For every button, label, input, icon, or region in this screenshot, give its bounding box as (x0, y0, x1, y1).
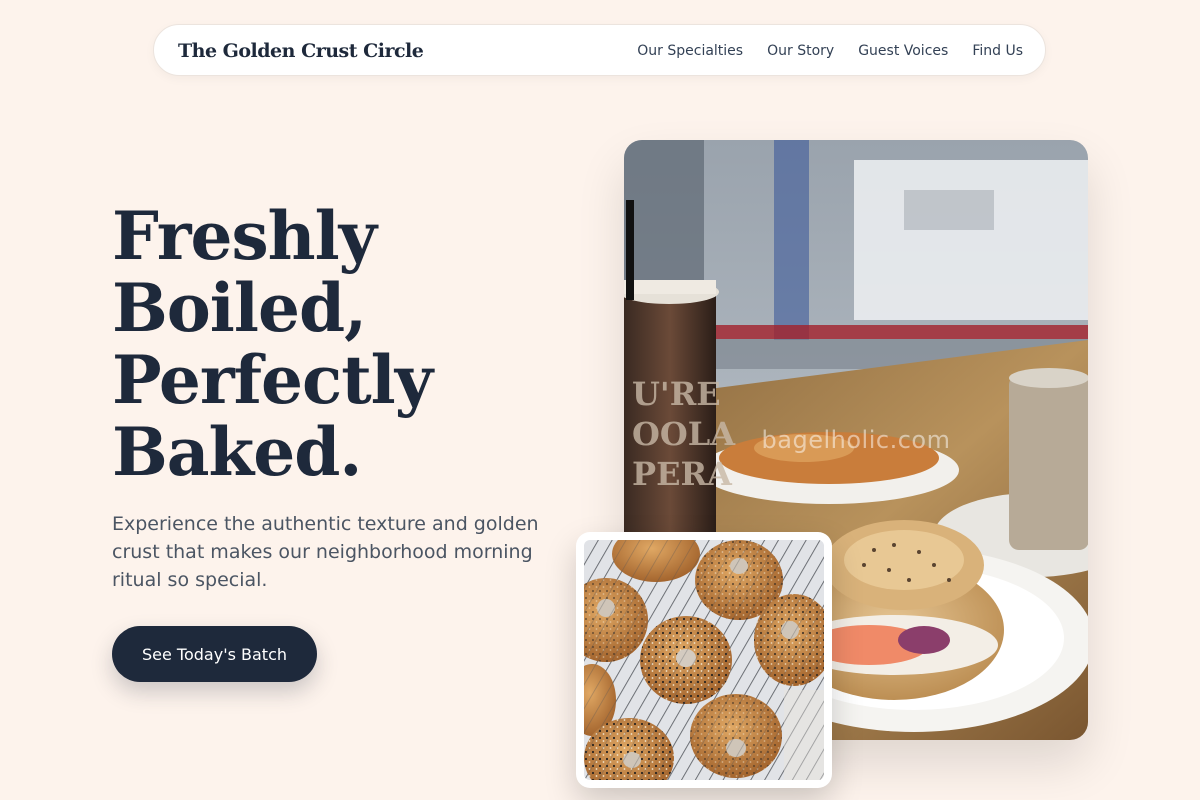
hero-title-line: Baked. (112, 413, 362, 491)
nav-link-specialties[interactable]: Our Specialties (637, 43, 743, 59)
brand-logo[interactable]: The Golden Crust Circle (178, 25, 424, 77)
svg-text:PERA: PERA (632, 455, 733, 493)
nav-link-story[interactable]: Our Story (767, 43, 834, 59)
bagels-rack-image (584, 540, 824, 780)
hero-title-line: Freshly (112, 197, 377, 275)
nav-link-find-us[interactable]: Find Us (972, 43, 1023, 59)
svg-text:U'RE: U'RE (632, 375, 721, 413)
hero-subtitle: Experience the authentic texture and gol… (112, 513, 539, 591)
top-nav: The Golden Crust Circle Our Specialties … (153, 24, 1046, 76)
hero-title-line: Perfectly (112, 341, 433, 419)
hero-title-line: Boiled, (112, 269, 367, 347)
bagels-rack-photo (576, 532, 832, 788)
hero-title: Freshly Boiled, Perfectly Baked. (112, 200, 572, 488)
nav-links: Our Specialties Our Story Guest Voices F… (637, 25, 1023, 77)
see-todays-batch-button[interactable]: See Today's Batch (112, 626, 317, 682)
photo-watermark: bagelholic.com (761, 426, 951, 454)
nav-link-guest-voices[interactable]: Guest Voices (858, 43, 948, 59)
